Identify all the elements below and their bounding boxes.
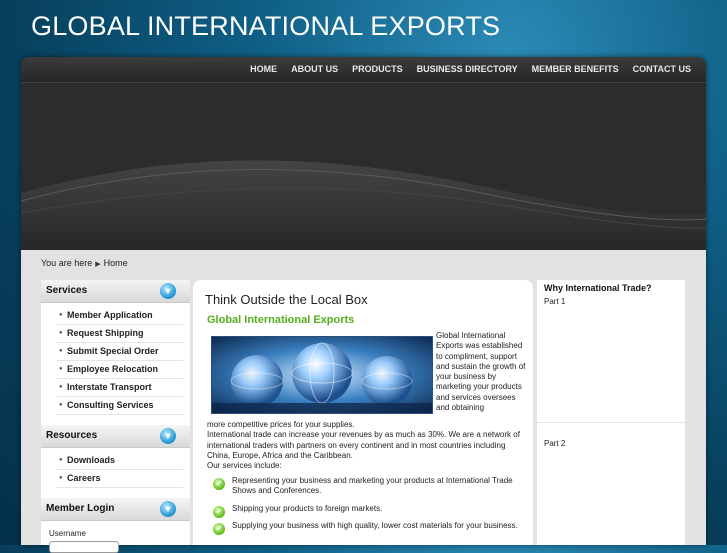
service-text: Shipping your products to foreign market… [232, 503, 383, 513]
chevron-down-icon[interactable]: ▼ [160, 501, 176, 517]
resources-list: ● Downloads ● Careers [41, 448, 190, 492]
list-item: ✔ Shipping your products to foreign marke… [213, 503, 528, 518]
sidebar-item-downloads[interactable]: ● Downloads [57, 452, 183, 470]
part-2-section: Part 2 [537, 435, 685, 448]
left-sidebar: Services ▼ ● Member Application ● Request … [41, 280, 190, 553]
bullet-icon: ● [59, 475, 63, 481]
sidebar-item-label: Employee Relocation [67, 364, 159, 374]
intro-line-3: Our services include: [207, 461, 282, 471]
bullet-icon: ● [59, 312, 63, 318]
part-2-label: Part 2 [544, 439, 566, 448]
right-sidebar: Why International Trade? Part 1 Part 2 [537, 280, 685, 545]
service-text: Supplying your business with high qualit… [232, 520, 518, 530]
list-item: ✔ Supplying your business with high quali… [213, 520, 528, 535]
section-subtitle: Global International Exports [207, 314, 355, 326]
service-text: Representing your business and marketing… [232, 476, 513, 496]
sidebar-item-submit-special-order[interactable]: ● Submit Special Order [57, 343, 183, 361]
why-trade-title: Why International Trade? [544, 283, 652, 293]
nav-home[interactable]: HOME [243, 57, 284, 82]
sidebar-item-label: Interstate Transport [67, 382, 152, 392]
nav-contact-us[interactable]: CONTACT US [626, 57, 698, 82]
sidebar-item-label: Careers [67, 473, 101, 483]
resources-title: Resources [46, 430, 98, 441]
globes-illustration [212, 337, 432, 413]
nav-about-us[interactable]: ABOUT US [284, 57, 345, 82]
site-title: GLOBAL INTERNATIONAL EXPORTS [31, 11, 501, 41]
bullet-icon: ● [59, 366, 63, 372]
sidebar-item-request-shipping[interactable]: ● Request Shipping [57, 325, 183, 343]
sidebar-item-label: Downloads [67, 455, 116, 465]
username-input[interactable] [49, 541, 119, 553]
divider [537, 422, 685, 423]
checkmark-icon: ✔ [213, 478, 225, 490]
list-item: ✔ Representing your business and marketin… [213, 476, 528, 497]
breadcrumb-home-link[interactable]: Home [104, 258, 128, 268]
nav-member-benefits[interactable]: MEMBER BENEFITS [525, 57, 626, 82]
intro-text-side: Global International Exports was establi… [436, 331, 526, 413]
services-title: Services [46, 285, 88, 296]
breadcrumb-arrow-icon: ▶ [95, 261, 101, 268]
services-header[interactable]: Services ▼ [41, 280, 190, 303]
checkmark-icon: ✔ [213, 522, 225, 535]
banner-swoosh-graphic [21, 160, 706, 250]
username-label: Username [49, 529, 86, 538]
chevron-down-icon[interactable]: ▼ [160, 283, 176, 299]
sidebar-item-label: Consulting Services [67, 400, 154, 410]
content-area: You are here ▶ Home Services ▼ ● Member App… [21, 250, 706, 553]
sidebar-item-careers[interactable]: ● Careers [57, 470, 183, 488]
member-login-header[interactable]: Member Login ▼ [41, 498, 190, 521]
main-content: Think Outside the Local Box Global Inter… [193, 280, 533, 545]
top-navbar: HOME ABOUT US PRODUCTS BUSINESS DIRECTOR… [21, 57, 706, 83]
breadcrumb: You are here ▶ Home [41, 258, 128, 268]
page-frame: HOME ABOUT US PRODUCTS BUSINESS DIRECTOR… [21, 57, 706, 553]
chevron-down-icon[interactable]: ▼ [160, 428, 176, 444]
bullet-icon: ● [59, 330, 63, 336]
breadcrumb-prefix: You are here [41, 258, 93, 268]
header-banner [21, 83, 706, 250]
intro-line-1: more competitive prices for your supplie… [207, 420, 355, 429]
bullet-icon: ● [59, 402, 63, 408]
sidebar-item-consulting-services[interactable]: ● Consulting Services [57, 397, 183, 415]
checkmark-icon: ✔ [213, 505, 225, 518]
bullet-icon: ● [59, 384, 63, 390]
member-login-title: Member Login [46, 503, 115, 514]
sidebar-item-label: Submit Special Order [67, 346, 159, 356]
why-trade-section: Why International Trade? Part 1 [537, 280, 685, 306]
sidebar-item-interstate-transport[interactable]: ● Interstate Transport [57, 379, 183, 397]
intro-line-2: International trade can increase your re… [207, 430, 520, 460]
services-bullet-list: ✔ Representing your business and marketin… [213, 476, 528, 538]
nav-business-directory[interactable]: BUSINESS DIRECTORY [410, 57, 525, 82]
sidebar-item-label: Request Shipping [67, 328, 144, 338]
resources-header[interactable]: Resources ▼ [41, 425, 190, 448]
bullet-icon: ● [59, 348, 63, 354]
sidebar-item-label: Member Application [67, 310, 153, 320]
part-1-label: Part 1 [544, 297, 566, 306]
services-list: ● Member Application ● Request Shipping ● S… [41, 303, 190, 419]
page-title: Think Outside the Local Box [205, 292, 368, 307]
sidebar-item-member-application[interactable]: ● Member Application [57, 307, 183, 325]
intro-text: more competitive prices for your supplie… [207, 420, 527, 471]
main-nav: HOME ABOUT US PRODUCTS BUSINESS DIRECTOR… [243, 57, 698, 82]
globes-image [211, 336, 433, 414]
bullet-icon: ● [59, 457, 63, 463]
nav-products[interactable]: PRODUCTS [345, 57, 410, 82]
sidebar-item-employee-relocation[interactable]: ● Employee Relocation [57, 361, 183, 379]
